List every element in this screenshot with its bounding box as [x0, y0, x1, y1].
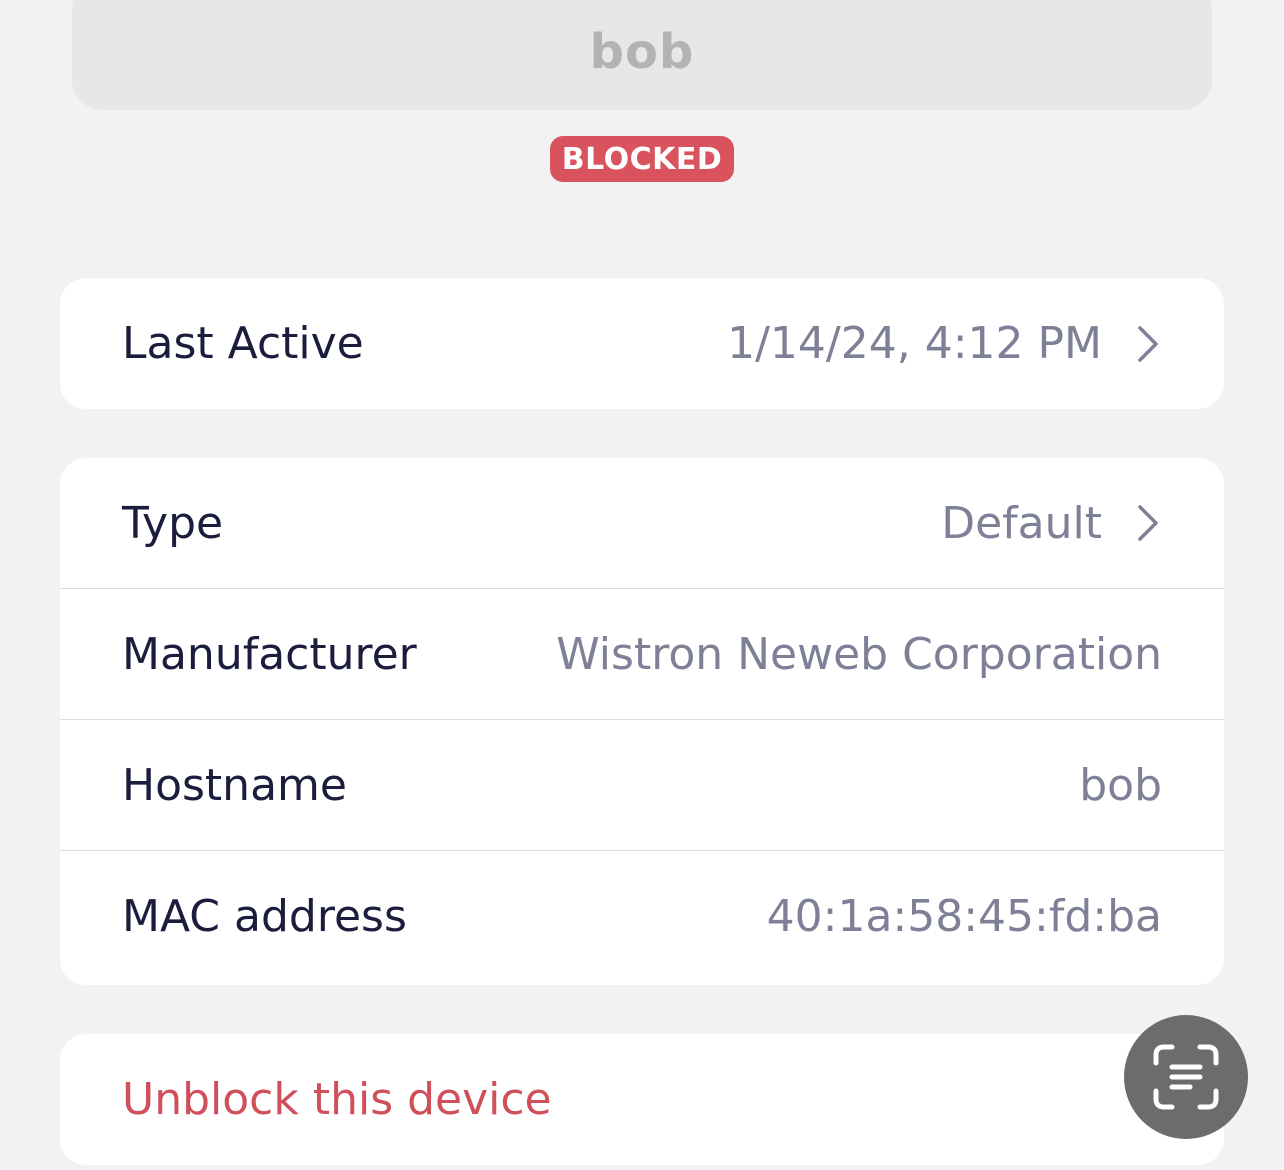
manufacturer-label: Manufacturer [122, 628, 417, 680]
mac-address-value: 40:1a:58:45:fd:ba [766, 891, 1162, 942]
mac-address-row: MAC address 40:1a:58:45:fd:ba [60, 851, 1224, 982]
activity-card: Last Active 1/14/24, 4:12 PM [60, 278, 1224, 409]
unblock-device-label: Unblock this device [122, 1074, 552, 1125]
status-badge: BLOCKED [550, 136, 734, 182]
last-active-row[interactable]: Last Active 1/14/24, 4:12 PM [60, 278, 1224, 409]
type-row[interactable]: Type Default [60, 458, 1224, 589]
hostname-row: Hostname bob [60, 720, 1224, 851]
actions-card: Unblock this device [60, 1034, 1224, 1165]
last-active-value: 1/14/24, 4:12 PM [727, 318, 1102, 369]
chevron-right-icon [1138, 325, 1158, 362]
manufacturer-row: Manufacturer Wistron Neweb Corporation [60, 589, 1224, 720]
last-active-label: Last Active [122, 318, 364, 369]
details-card: Type Default Manufacturer Wistron Neweb … [60, 458, 1224, 985]
chevron-right-icon [1138, 505, 1158, 541]
live-text-scan-icon [1153, 1044, 1219, 1110]
unblock-device-button[interactable]: Unblock this device [60, 1034, 1224, 1165]
live-text-button[interactable] [1124, 1015, 1248, 1139]
manufacturer-value: Wistron Neweb Corporation [556, 628, 1162, 680]
device-name-field[interactable]: bob [72, 0, 1212, 110]
hostname-label: Hostname [122, 759, 347, 811]
type-value: Default [941, 497, 1102, 549]
type-label: Type [122, 497, 224, 549]
device-name: bob [589, 24, 695, 80]
mac-address-label: MAC address [122, 891, 407, 942]
hostname-value: bob [1079, 759, 1162, 811]
